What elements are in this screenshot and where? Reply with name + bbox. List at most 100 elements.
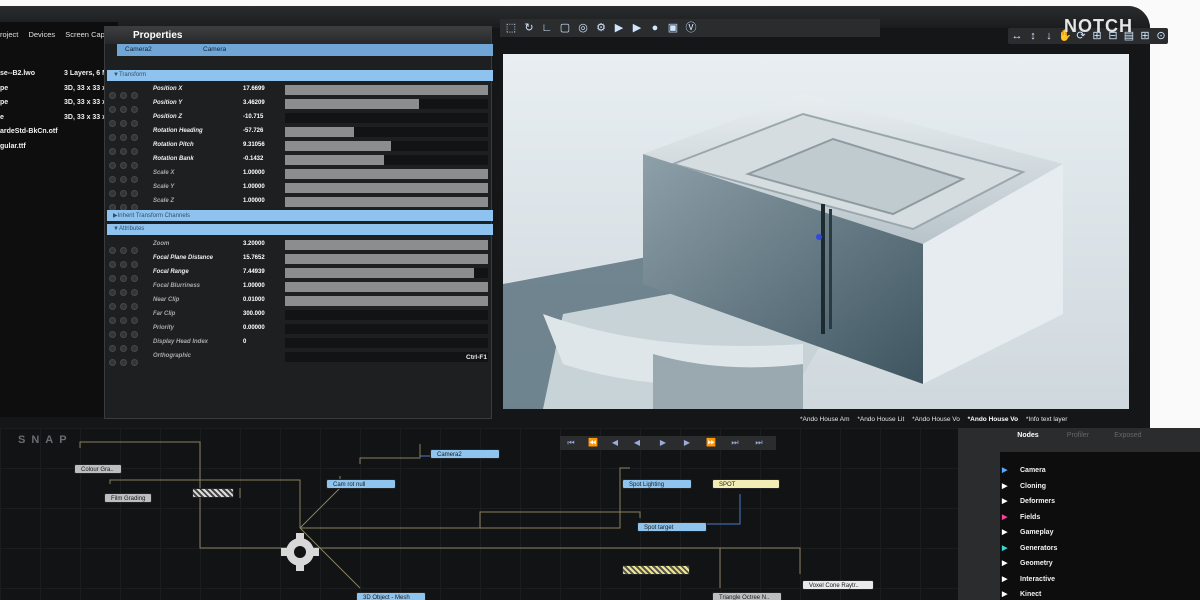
keyframe-toggles[interactable]: [109, 339, 145, 352]
step-back-icon[interactable]: ◀: [608, 438, 622, 448]
viewport-tab[interactable]: *Ando House Am: [800, 416, 850, 423]
grid-icon[interactable]: ⊞: [1138, 29, 1152, 43]
camera-tool-icon[interactable]: ◎: [576, 21, 590, 35]
viewport-tab[interactable]: *Ando House Vo: [912, 416, 960, 423]
tab-profiler[interactable]: Profiler: [1054, 432, 1102, 439]
property-row[interactable]: Orthographic: [105, 350, 493, 366]
property-slider[interactable]: [285, 296, 488, 306]
node-spot[interactable]: SPOT: [712, 479, 780, 489]
property-row[interactable]: Near Clip 0.01000: [105, 294, 493, 310]
keyframe-toggles[interactable]: [109, 353, 145, 366]
expand-triangle-icon[interactable]: ▶: [1002, 513, 1007, 521]
property-value[interactable]: 1.00000: [243, 198, 265, 204]
menu-item-devices[interactable]: Devices: [28, 30, 55, 39]
expand-triangle-icon[interactable]: ▶: [1002, 497, 1007, 505]
property-value[interactable]: -10.715: [243, 114, 263, 120]
prev-key-icon[interactable]: ⏪: [586, 438, 600, 448]
property-row[interactable]: Priority 0.00000: [105, 322, 493, 338]
property-slider[interactable]: [285, 99, 488, 109]
keyframe-toggles[interactable]: [109, 170, 145, 183]
property-slider[interactable]: [285, 127, 488, 137]
node-spot-target[interactable]: Spot target: [637, 522, 707, 532]
viewport-tab[interactable]: *Info text layer: [1026, 416, 1068, 423]
node-camera2[interactable]: Camera2: [430, 449, 500, 459]
section-attributes[interactable]: ▼Attributes: [107, 224, 493, 235]
keyframe-toggles[interactable]: [109, 241, 145, 254]
expand-triangle-icon[interactable]: ▶: [1002, 559, 1007, 567]
keyframe-toggles[interactable]: [109, 297, 145, 310]
property-value[interactable]: 1.00000: [243, 184, 265, 190]
property-row[interactable]: Rotation Bank -0.1432: [105, 153, 493, 169]
node-voxel-cone-raytracer[interactable]: Voxel Cone Raytr..: [802, 580, 874, 590]
property-slider[interactable]: [285, 324, 488, 334]
property-value[interactable]: 17.6699: [243, 86, 265, 92]
node-colour-grading[interactable]: Colour Gra..: [74, 464, 122, 474]
property-value[interactable]: 0.00000: [243, 325, 265, 331]
property-value[interactable]: 0: [243, 339, 246, 345]
property-slider[interactable]: [285, 254, 488, 264]
property-value[interactable]: 7.44939: [243, 269, 265, 275]
property-value[interactable]: 1.00000: [243, 170, 265, 176]
property-row[interactable]: Zoom 3.20000: [105, 238, 493, 254]
file-row[interactable]: pe 3D, 33 x 33 x: [0, 99, 120, 114]
property-value[interactable]: -57.726: [243, 128, 263, 134]
scale-tool-icon[interactable]: ▢: [558, 21, 572, 35]
file-row[interactable]: pe 3D, 33 x 33 x: [0, 85, 120, 100]
vr-icon[interactable]: Ⓥ: [684, 21, 698, 35]
expand-triangle-icon[interactable]: ▶: [1002, 482, 1007, 490]
property-slider[interactable]: [285, 352, 488, 362]
fast-forward-icon[interactable]: ⏭: [728, 438, 742, 448]
property-value[interactable]: 1.00000: [243, 283, 265, 289]
property-value[interactable]: 9.31056: [243, 142, 265, 148]
keyframe-toggles[interactable]: [109, 255, 145, 268]
keyframe-toggles[interactable]: [109, 156, 145, 169]
expand-triangle-icon[interactable]: ▶: [1002, 466, 1007, 474]
expand-triangle-icon[interactable]: ▶: [1002, 544, 1007, 552]
keyframe-toggles[interactable]: [109, 269, 145, 282]
play-back-icon[interactable]: ◀: [630, 438, 644, 448]
property-value[interactable]: -0.1432: [243, 156, 263, 162]
node-spot-lighting[interactable]: Spot Lighting: [622, 479, 692, 489]
keyframe-toggles[interactable]: [109, 283, 145, 296]
property-row[interactable]: Far Clip 300.000: [105, 308, 493, 324]
keyframe-toggles[interactable]: [109, 114, 145, 127]
keyframe-toggles[interactable]: [109, 311, 145, 324]
file-row[interactable]: e 3D, 33 x 33 x: [0, 114, 120, 129]
viewport-tab[interactable]: *Ando House Lit: [857, 416, 904, 423]
section-inherit-transform[interactable]: ▶Inherit Transform Channels: [107, 210, 493, 221]
play-icon[interactable]: ▶: [656, 438, 670, 448]
keyframe-toggles[interactable]: [109, 184, 145, 197]
keyframe-toggles[interactable]: [109, 142, 145, 155]
record-icon[interactable]: ●: [648, 21, 662, 35]
node-triangle-octree[interactable]: Triangle Octree N..: [712, 592, 782, 600]
property-value[interactable]: 300.000: [243, 311, 265, 317]
link-icon[interactable]: [120, 359, 127, 366]
keyframe-toggles[interactable]: [109, 325, 145, 338]
vertical-icon[interactable]: ↕: [1026, 29, 1040, 43]
property-slider[interactable]: [285, 141, 488, 151]
play-alt-icon[interactable]: ▶: [630, 21, 644, 35]
expose-icon[interactable]: [131, 359, 138, 366]
snap-tool-icon[interactable]: ⚙: [594, 21, 608, 35]
property-slider[interactable]: [285, 197, 488, 207]
property-slider[interactable]: [285, 85, 488, 95]
3d-viewport[interactable]: [503, 54, 1129, 409]
property-slider[interactable]: [285, 113, 488, 123]
tab-nodes[interactable]: Nodes: [1004, 432, 1052, 439]
keyframe-icon[interactable]: [109, 359, 116, 366]
property-slider[interactable]: [285, 338, 488, 348]
property-row[interactable]: Scale Y 1.00000: [105, 181, 493, 197]
menu-item-project[interactable]: roject: [0, 30, 18, 39]
node-disabled-yellow[interactable]: [622, 565, 690, 575]
horizontal-arrow-icon[interactable]: ↔: [1010, 29, 1024, 43]
property-row[interactable]: Focal Blurriness 1.00000: [105, 280, 493, 296]
play-icon[interactable]: ▶: [612, 21, 626, 35]
property-row[interactable]: Focal Plane Distance 15.7652: [105, 252, 493, 268]
expand-triangle-icon[interactable]: ▶: [1002, 590, 1007, 598]
file-row[interactable]: se--B2.lwo 3 Layers, 6 M: [0, 70, 120, 85]
skip-start-icon[interactable]: ⏮: [564, 438, 578, 448]
move-tool-icon[interactable]: ∟: [540, 21, 554, 35]
property-slider[interactable]: [285, 310, 488, 320]
property-row[interactable]: Position Z -10.715: [105, 111, 493, 127]
next-key-icon[interactable]: ⏩: [704, 438, 718, 448]
